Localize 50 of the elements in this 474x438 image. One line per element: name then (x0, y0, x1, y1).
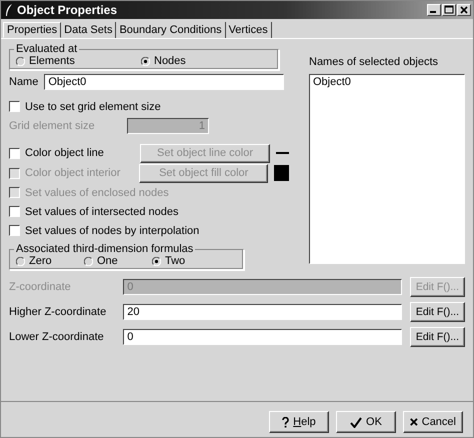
radio-empty-icon[interactable] (16, 256, 25, 266)
checkbox-label[interactable]: Color object line (25, 147, 104, 159)
maximize-button[interactable] (442, 4, 456, 16)
list-label: Names of selected objects (309, 56, 440, 68)
group-title: Associated third-dimension formulas (15, 243, 194, 255)
feather-icon (5, 4, 13, 16)
radio-button[interactable]: Two (150, 255, 218, 267)
radio-button[interactable]: Zero (14, 255, 82, 267)
line-color-swatch (276, 152, 289, 154)
checkbox[interactable] (9, 148, 20, 158)
field-label: Lower Z-coordinate (9, 330, 105, 342)
help-icon (282, 416, 290, 428)
checkbox-label[interactable]: Use to set grid element size (25, 100, 161, 112)
coordinate-field[interactable]: 0 (123, 328, 402, 344)
checkbox-label[interactable]: Set values of intersected nodes (25, 206, 178, 218)
minimize-button[interactable] (427, 4, 441, 16)
radio-button[interactable]: One (82, 255, 150, 267)
checkbox[interactable] (9, 101, 20, 112)
field-label: Grid element size (9, 120, 96, 132)
radio-selected-icon[interactable] (152, 256, 161, 266)
radio-empty-icon[interactable] (16, 56, 25, 66)
selected-objects-list[interactable]: Object0 (309, 74, 465, 264)
name-field[interactable]: Object0 (44, 74, 284, 90)
tab[interactable]: Vertices (226, 22, 272, 38)
checkbox-label[interactable]: Set values of nodes by interpolation (25, 224, 200, 236)
fill-color-swatch (274, 165, 289, 181)
list-item[interactable]: Object0 (313, 76, 461, 88)
edit-formula-button[interactable]: Edit F()... (410, 302, 466, 322)
cross-icon (410, 417, 418, 427)
coordinate-field[interactable]: 20 (123, 304, 402, 320)
tab[interactable]: Properties (3, 22, 62, 38)
checkbox[interactable] (9, 206, 20, 217)
ok-button[interactable]: OK (336, 411, 396, 433)
tab[interactable]: Data Sets (61, 22, 116, 38)
help-button[interactable]: Help (269, 411, 329, 433)
field-label: Z-coordinate (9, 280, 72, 292)
group-title: Evaluated at (15, 43, 78, 55)
tab[interactable]: Boundary Conditions (116, 22, 226, 38)
window-title: Object Properties (17, 3, 118, 17)
close-button[interactable] (457, 4, 471, 16)
check-icon (350, 416, 362, 428)
checkbox[interactable] (9, 225, 20, 236)
radio-selected-icon[interactable] (141, 56, 150, 66)
edit-formula-button[interactable]: Edit F()... (410, 326, 466, 346)
field-label: Name (9, 76, 38, 88)
field-label: Higher Z-coordinate (9, 306, 108, 318)
radio-button[interactable]: Nodes (139, 55, 264, 67)
radio-empty-icon[interactable] (84, 256, 93, 266)
radio-button[interactable]: Elements (14, 55, 139, 67)
cancel-button[interactable]: Cancel (403, 411, 463, 433)
